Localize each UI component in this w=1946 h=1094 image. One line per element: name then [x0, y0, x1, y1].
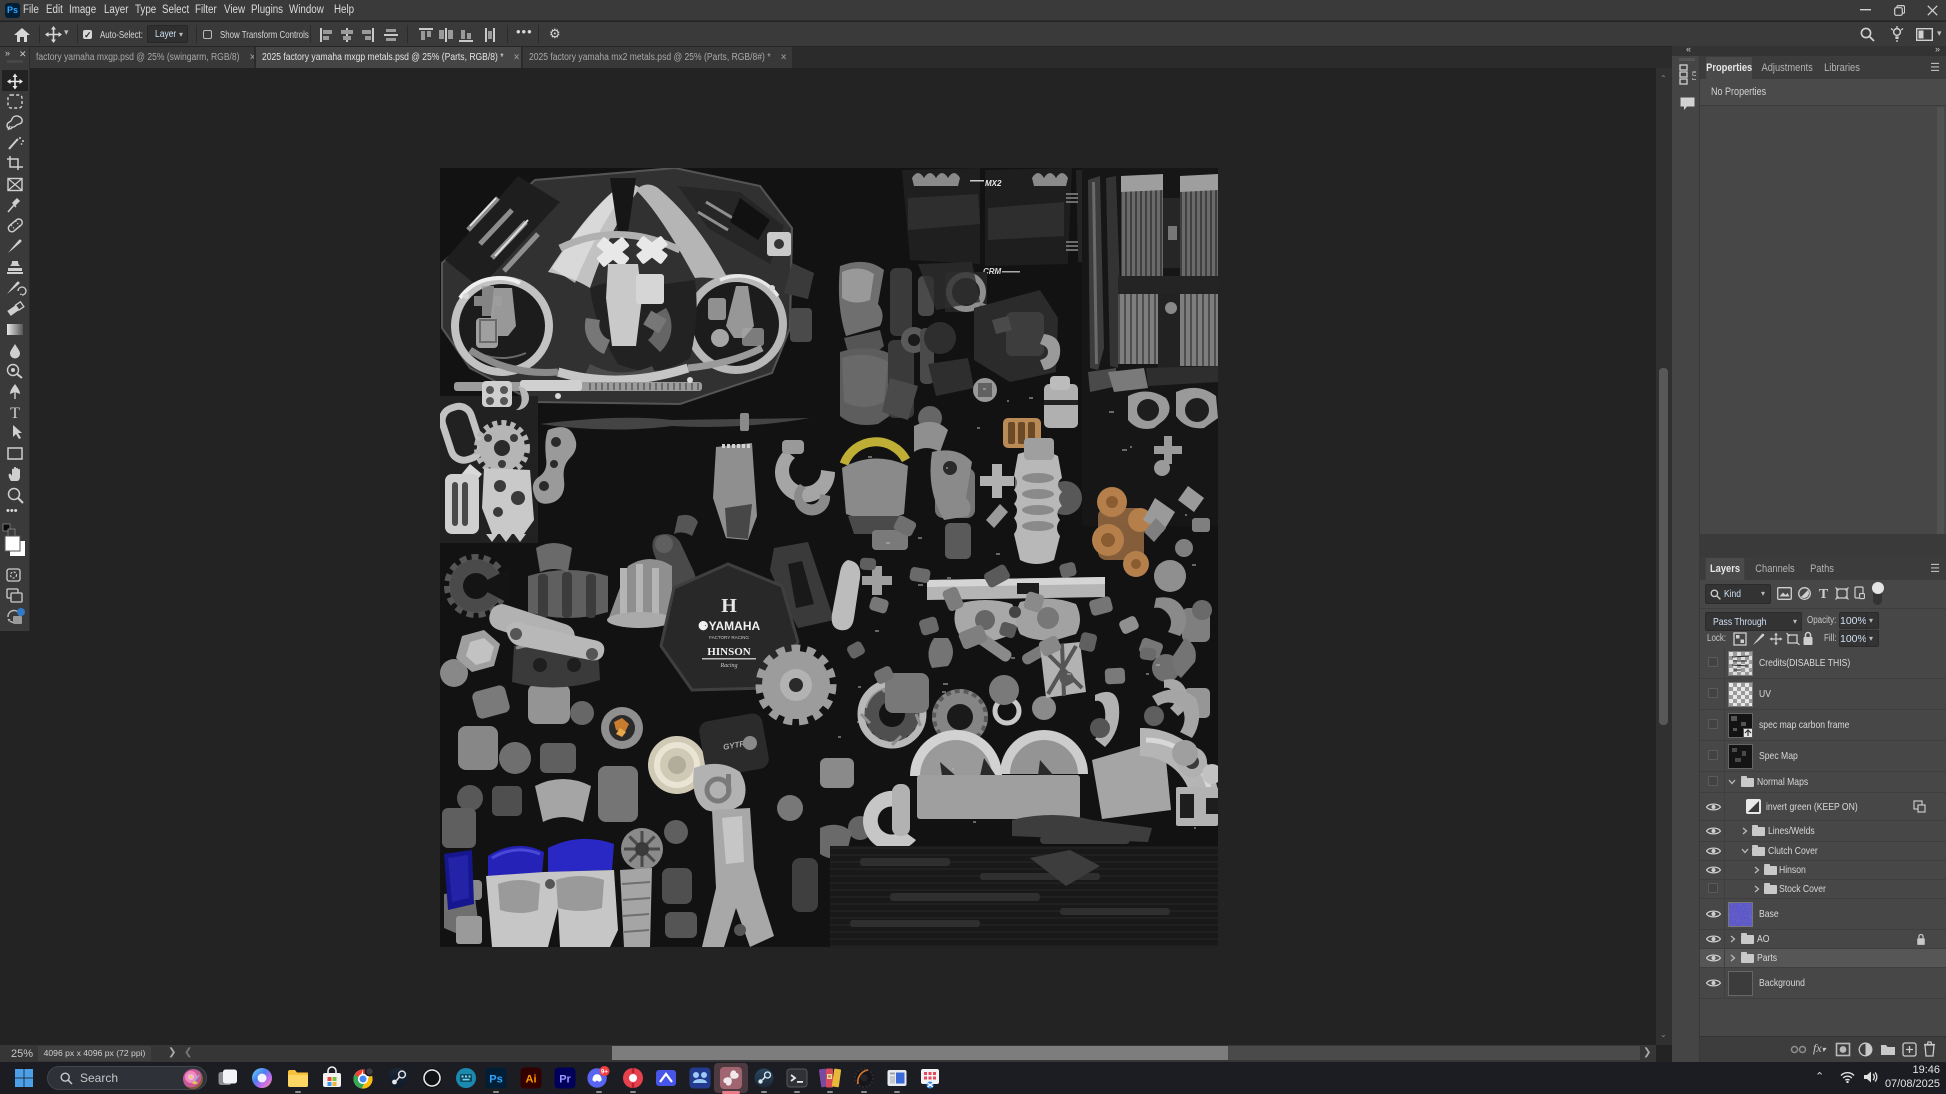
svg-text:⚈YAMAHA: ⚈YAMAHA	[698, 619, 761, 633]
svg-text:9+: 9+	[601, 1069, 608, 1075]
svg-text:T: T	[10, 405, 20, 422]
svg-text:Ps: Ps	[489, 1074, 502, 1086]
svg-text:FACTORY RACING: FACTORY RACING	[709, 635, 749, 640]
svg-text:H: H	[721, 595, 737, 617]
svg-text:MX2: MX2	[985, 179, 1002, 188]
svg-text:HINSON: HINSON	[707, 646, 750, 658]
svg-text:5: 5	[1692, 68, 1697, 83]
svg-text:T: T	[1819, 587, 1829, 600]
svg-text:Racing: Racing	[720, 663, 738, 669]
svg-text:Ai: Ai	[526, 1074, 537, 1086]
svg-text:Pr: Pr	[559, 1074, 571, 1086]
